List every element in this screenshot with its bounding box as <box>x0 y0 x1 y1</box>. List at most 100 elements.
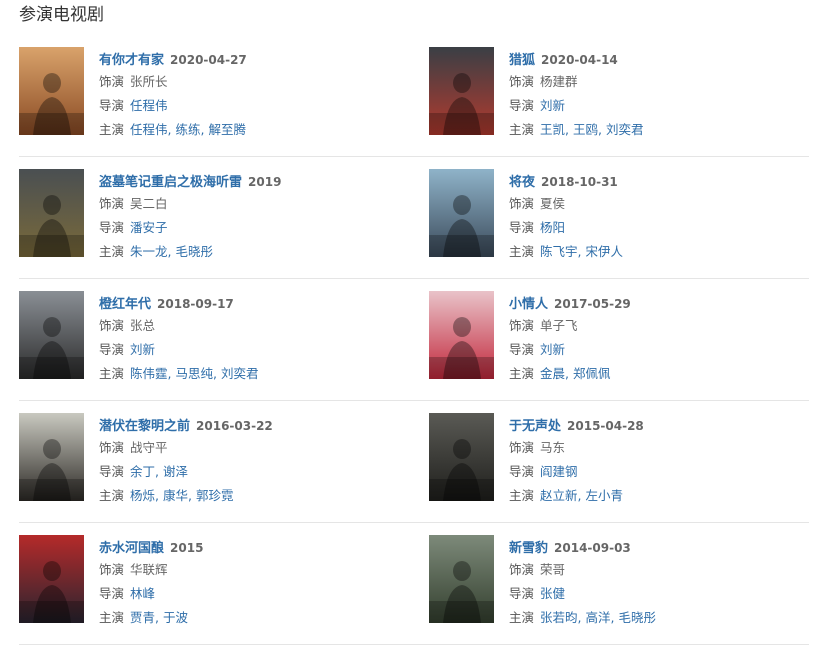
show-card: 猎狐 2020-04-14 饰演 杨建群 导演 刘新 主演 王凯, 王鸥, 刘奕君 <box>429 36 809 157</box>
show-title-link[interactable]: 新雪豹 <box>509 541 548 556</box>
show-info: 潜伏在黎明之前 2016-03-22 饰演 战守平 导演 余丁, 谢泽 主演 杨烁, 康华, … <box>99 415 429 507</box>
director-link[interactable]: 刘新 <box>540 98 565 113</box>
director-label: 导演 <box>509 342 535 357</box>
show-title-link[interactable]: 小情人 <box>509 297 548 312</box>
role-label: 饰演 <box>99 440 125 455</box>
actor-link[interactable]: 马思纯 <box>175 366 213 381</box>
director-row: 导演 刘新 <box>99 338 429 361</box>
show-poster[interactable] <box>19 535 84 623</box>
actor-link[interactable]: 陈飞宇 <box>540 244 578 259</box>
actor-link[interactable]: 王凯 <box>540 122 565 137</box>
actor-link[interactable]: 朱一龙 <box>130 244 168 259</box>
show-title-link[interactable]: 橙红年代 <box>99 297 151 312</box>
show-title-link[interactable]: 猎狐 <box>509 53 535 68</box>
actor-link[interactable]: 郭珍霓 <box>196 488 234 503</box>
show-poster[interactable] <box>429 413 494 501</box>
poster-image <box>19 535 84 623</box>
role-value: 马东 <box>540 440 566 455</box>
actor-link[interactable]: 宋伊人 <box>585 244 623 259</box>
name-separator: , <box>565 366 573 381</box>
show-info: 盗墓笔记重启之极海听雷 2019 饰演 吴二白 导演 潘安子 主演 朱一龙, 毛晓彤 <box>99 171 429 263</box>
show-title-link[interactable]: 将夜 <box>509 175 535 190</box>
name-separator: , <box>188 488 196 503</box>
show-info: 将夜 2018-10-31 饰演 夏侯 导演 杨阳 主演 陈飞宇, 宋伊人 <box>509 171 809 263</box>
actor-link[interactable]: 王鸥 <box>573 122 598 137</box>
director-link[interactable]: 张健 <box>540 586 565 601</box>
role-row: 饰演 张所长 <box>99 70 429 93</box>
show-date: 2017-05-29 <box>554 297 631 311</box>
poster-image <box>429 291 494 379</box>
actor-link[interactable]: 贾青 <box>130 610 155 625</box>
role-value: 战守平 <box>130 440 168 455</box>
role-row: 饰演 吴二白 <box>99 192 429 215</box>
starring-row: 主演 王凯, 王鸥, 刘奕君 <box>509 118 809 141</box>
actor-link[interactable]: 于波 <box>163 610 188 625</box>
show-title-line: 小情人 2017-05-29 <box>509 293 809 313</box>
starring-label: 主演 <box>99 366 125 381</box>
show-poster[interactable] <box>429 47 494 135</box>
show-poster[interactable] <box>19 169 84 257</box>
actor-link[interactable]: 赵立新 <box>540 488 578 503</box>
actor-link[interactable]: 刘奕君 <box>221 366 259 381</box>
director-link[interactable]: 阎建钢 <box>540 464 578 479</box>
director-row: 导演 阎建钢 <box>509 460 809 483</box>
starring-row: 主演 陈伟霆, 马思纯, 刘奕君 <box>99 362 429 385</box>
actor-link[interactable]: 左小青 <box>585 488 623 503</box>
actor-link[interactable]: 高洋 <box>585 610 610 625</box>
show-title-link[interactable]: 赤水河国酿 <box>99 541 164 556</box>
actor-link[interactable]: 杨烁 <box>130 488 155 503</box>
director-link[interactable]: 谢泽 <box>163 464 188 479</box>
role-value: 单子飞 <box>540 318 578 333</box>
show-title-link[interactable]: 于无声处 <box>509 419 561 434</box>
show-poster[interactable] <box>429 535 494 623</box>
director-link[interactable]: 潘安子 <box>130 220 168 235</box>
starring-row: 主演 赵立新, 左小青 <box>509 484 809 507</box>
show-poster[interactable] <box>429 291 494 379</box>
starring-row: 主演 金晨, 郑佩佩 <box>509 362 809 385</box>
show-card: 于无声处 2015-04-28 饰演 马东 导演 阎建钢 主演 赵立新, 左小青 <box>429 402 809 523</box>
show-poster[interactable] <box>429 169 494 257</box>
director-link[interactable]: 刘新 <box>130 342 155 357</box>
show-date: 2020-04-14 <box>541 53 618 67</box>
show-title-link[interactable]: 有你才有家 <box>99 53 164 68</box>
director-link[interactable]: 杨阳 <box>540 220 565 235</box>
show-title-line: 赤水河国酿 2015 <box>99 537 429 557</box>
starring-label: 主演 <box>509 488 535 503</box>
director-link[interactable]: 任程伟 <box>130 98 168 113</box>
actor-link[interactable]: 练练 <box>175 122 200 137</box>
starring-label: 主演 <box>509 244 535 259</box>
poster-image <box>19 291 84 379</box>
director-link[interactable]: 林峰 <box>130 586 155 601</box>
show-title-link[interactable]: 盗墓笔记重启之极海听雷 <box>99 175 242 190</box>
role-value: 吴二白 <box>130 196 168 211</box>
show-poster[interactable] <box>19 291 84 379</box>
show-title-link[interactable]: 潜伏在黎明之前 <box>99 419 190 434</box>
show-card: 盗墓笔记重启之极海听雷 2019 饰演 吴二白 导演 潘安子 主演 朱一龙, 毛晓彤 <box>19 158 429 279</box>
role-label: 饰演 <box>509 196 535 211</box>
actor-link[interactable]: 金晨 <box>540 366 565 381</box>
show-poster[interactable] <box>19 413 84 501</box>
role-value: 夏侯 <box>540 196 566 211</box>
director-link[interactable]: 刘新 <box>540 342 565 357</box>
show-info: 有你才有家 2020-04-27 饰演 张所长 导演 任程伟 主演 任程伟, 练练, 解至腾 <box>99 49 429 141</box>
actor-link[interactable]: 陈伟霆 <box>130 366 168 381</box>
actor-link[interactable]: 郑佩佩 <box>573 366 611 381</box>
actor-link[interactable]: 毛晓彤 <box>175 244 213 259</box>
show-date: 2020-04-27 <box>170 53 247 67</box>
actor-link[interactable]: 解至腾 <box>208 122 246 137</box>
starring-row: 主演 任程伟, 练练, 解至腾 <box>99 118 429 141</box>
actor-link[interactable]: 刘奕君 <box>606 122 644 137</box>
role-label: 饰演 <box>99 318 125 333</box>
director-link[interactable]: 余丁 <box>130 464 155 479</box>
actor-link[interactable]: 康华 <box>163 488 188 503</box>
starring-row: 主演 朱一龙, 毛晓彤 <box>99 240 429 263</box>
show-poster[interactable] <box>19 47 84 135</box>
show-card: 新雪豹 2014-09-03 饰演 荣哥 导演 张健 主演 张若昀, 高洋, 毛晓彤 <box>429 524 809 645</box>
actor-link[interactable]: 任程伟 <box>130 122 168 137</box>
starring-row: 主演 陈飞宇, 宋伊人 <box>509 240 809 263</box>
show-info: 小情人 2017-05-29 饰演 单子飞 导演 刘新 主演 金晨, 郑佩佩 <box>509 293 809 385</box>
role-row: 饰演 张总 <box>99 314 429 337</box>
actor-link[interactable]: 毛晓彤 <box>618 610 656 625</box>
actor-link[interactable]: 张若昀 <box>540 610 578 625</box>
role-label: 饰演 <box>99 196 125 211</box>
